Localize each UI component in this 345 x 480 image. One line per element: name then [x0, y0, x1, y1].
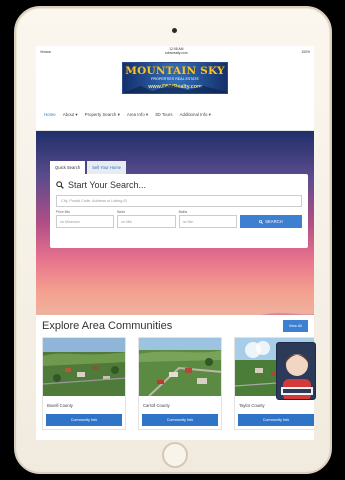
nav-home[interactable]: Home	[44, 112, 56, 117]
front-camera	[172, 28, 177, 33]
beds-select[interactable]: no Min	[117, 215, 176, 228]
search-tabs: Quick Search Sell Your Home	[50, 161, 308, 174]
url-label[interactable]: sdnvrealty.com	[165, 51, 188, 55]
logo-mountains-icon	[123, 85, 227, 93]
search-heading: Start Your Search...	[56, 180, 302, 190]
browser-screen: Verizon 12:08 AM sdnvrealty.com 100% MOU…	[36, 46, 314, 440]
community-name: Boxell County	[47, 403, 73, 408]
baths-field: Baths no Min	[178, 210, 237, 228]
community-info-button[interactable]: Community Info	[142, 414, 218, 426]
logo-area: MOUNTAIN SKY PROPERTIES REAL ESTATE www.…	[36, 57, 314, 99]
nav-additional-info[interactable]: Additional Info ▾	[180, 112, 211, 118]
logo-title: MOUNTAIN SKY	[125, 65, 225, 77]
status-bar: Verizon 12:08 AM sdnvrealty.com 100%	[36, 46, 314, 57]
search-widget: Quick Search Sell Your Home Start Your S…	[50, 161, 308, 248]
tablet-frame: Verizon 12:08 AM sdnvrealty.com 100% MOU…	[14, 6, 332, 474]
nav-property-search[interactable]: Property Search ▾	[85, 112, 120, 118]
search-icon	[56, 181, 64, 189]
battery-label: 100%	[301, 49, 310, 54]
price-min-select[interactable]: no Minimum	[56, 215, 115, 228]
community-info-button[interactable]: Community Info	[238, 414, 314, 426]
community-cards: Boxell County Community Info Carroll Cou…	[36, 337, 314, 430]
site-logo[interactable]: MOUNTAIN SKY PROPERTIES REAL ESTATE www.…	[122, 62, 228, 94]
town-aerial-image	[43, 338, 125, 396]
logo-subtitle: PROPERTIES REAL ESTATE	[151, 77, 199, 81]
explore-title: Explore Area Communities	[42, 320, 173, 332]
explore-communities-section: Explore Area Communities View All Boxell…	[36, 315, 314, 440]
home-button[interactable]	[162, 442, 188, 468]
tab-quick-search[interactable]: Quick Search	[50, 161, 86, 174]
agent-avatar[interactable]	[276, 342, 316, 400]
nav-about[interactable]: About ▾	[63, 112, 78, 118]
community-card[interactable]: Boxell County Community Info	[42, 337, 126, 430]
nav-additional-info-label: Additional Info	[179, 111, 208, 117]
nav-area-info-label: Area Info	[126, 111, 145, 117]
community-name: Carroll County	[143, 403, 170, 408]
price-min-field: Price Min no Minimum	[56, 210, 115, 228]
status-center: 12:08 AM sdnvrealty.com	[165, 47, 188, 55]
baths-select[interactable]: no Min	[178, 215, 237, 228]
explore-header: Explore Area Communities View All	[36, 315, 314, 337]
search-title: Start Your Search...	[68, 180, 147, 190]
beds-field: Beds no Min	[117, 210, 176, 228]
view-all-button[interactable]: View All	[282, 320, 308, 332]
nav-area-info[interactable]: Area Info ▾	[127, 112, 148, 118]
search-button-label: SEARCH	[265, 219, 283, 224]
town-aerial-image	[139, 338, 221, 396]
beds-label: Beds	[117, 210, 126, 214]
main-nav: Home About ▾ Property Search ▾ Area Info…	[36, 99, 314, 131]
price-min-label: Price Min	[56, 210, 71, 214]
search-button[interactable]: SEARCH	[239, 215, 302, 228]
community-card[interactable]: Carroll County Community Info	[138, 337, 222, 430]
search-panel: Start Your Search... City, Postal Code, …	[50, 174, 308, 248]
location-search-input[interactable]: City, Postal Code, Address or Listing ID	[56, 195, 302, 207]
community-info-button[interactable]: Community Info	[46, 414, 122, 426]
nav-3d-tours[interactable]: 3D Tours	[155, 112, 173, 117]
search-button-icon	[259, 219, 264, 224]
agent-photo-icon	[277, 343, 315, 399]
community-photo	[43, 338, 125, 396]
hero-banner: Quick Search Sell Your Home Start Your S…	[36, 131, 314, 338]
baths-label: Baths	[178, 210, 188, 214]
carrier-label: Verizon	[40, 49, 52, 54]
nav-property-search-label: Property Search	[84, 111, 117, 117]
nav-about-label: About	[62, 111, 75, 117]
tab-sell-your-home[interactable]: Sell Your Home	[87, 161, 127, 174]
filter-row: Price Min no Minimum Beds no Min Baths n…	[56, 210, 302, 228]
community-photo	[139, 338, 221, 396]
